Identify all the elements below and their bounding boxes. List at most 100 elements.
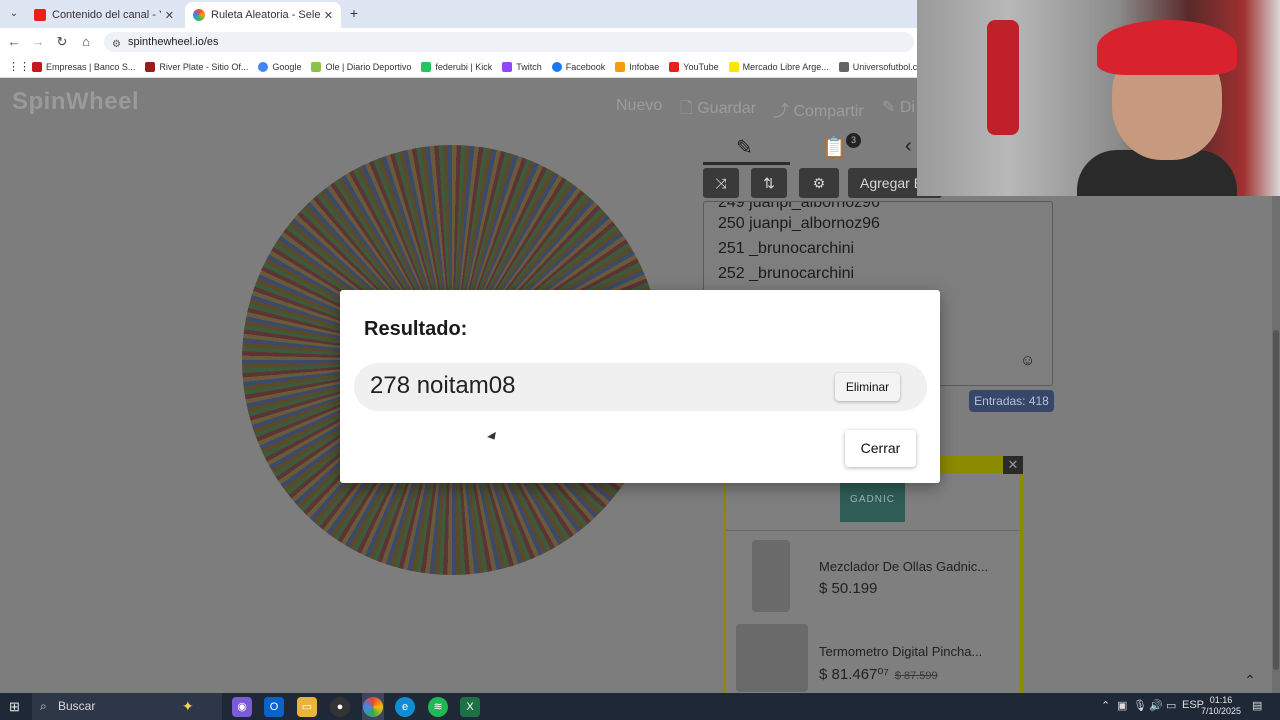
bookmark-item[interactable]: Google xyxy=(258,61,301,72)
youtube-favicon-icon xyxy=(34,9,46,21)
menu-compartir[interactable]: ⤴ Compartir xyxy=(773,97,864,121)
forward-arrow-icon[interactable]: → xyxy=(30,34,46,50)
tab-close-icon[interactable]: ✕ xyxy=(165,9,174,22)
site-info-icon[interactable]: ⚙ xyxy=(112,35,121,55)
gear-icon: ⚙ xyxy=(812,175,826,191)
entry-line: 252 _brunocarchini xyxy=(718,265,855,282)
address-bar-row: ← → ↻ ⌂ ⚙ spinthewheel.io/es xyxy=(0,28,917,56)
file-explorer-icon[interactable]: ▭ xyxy=(297,697,317,717)
bookmark-favicon-icon xyxy=(502,61,513,72)
bookmark-label: Universofutbol.com... xyxy=(852,61,917,72)
bookmark-item[interactable]: Facebook xyxy=(551,61,606,72)
outlook-icon[interactable]: O xyxy=(264,697,284,717)
menu-guardar-label: Guardar xyxy=(697,100,757,117)
microphone-image xyxy=(987,20,1019,135)
ad-product-name[interactable]: Mezclador De Ollas Gadnic... xyxy=(819,559,988,574)
ad-product-image[interactable] xyxy=(736,624,808,692)
bookmark-item[interactable]: Ole | Diario Deportivo xyxy=(311,61,411,72)
chrome-icon[interactable] xyxy=(363,697,383,717)
app-logo[interactable]: SpinWheel xyxy=(12,88,139,116)
bookmark-item[interactable]: Empresas | Banco S... xyxy=(32,61,135,72)
notifications-icon[interactable]: ▤ xyxy=(1252,699,1262,712)
bookmark-item[interactable]: Infobae xyxy=(615,61,659,72)
bookmark-item[interactable]: Universofutbol.com... xyxy=(838,61,917,72)
bookmark-favicon-icon xyxy=(32,61,42,72)
ad-product-price-row: $ 81.467⁰⁷ $ 87.599 xyxy=(819,665,938,683)
share-icon: ⤴ xyxy=(773,103,794,120)
copilot-icon[interactable]: ◉ xyxy=(232,697,252,717)
new-tab-plus-icon[interactable]: + xyxy=(346,5,362,21)
tab-spinwheel[interactable]: Ruleta Aleatoria - Selector Pers ✕ xyxy=(185,2,341,28)
entries-count-badge: Entradas: 418 xyxy=(969,390,1054,412)
tray-app-icon[interactable]: ▣ xyxy=(1117,699,1127,712)
edge-icon[interactable]: e xyxy=(395,697,415,717)
active-tab-indicator xyxy=(703,162,790,165)
edit-pencil-icon[interactable]: ✎ xyxy=(736,135,753,160)
bookmark-label: YouTube xyxy=(683,61,719,72)
windows-start-icon[interactable]: ⊞ xyxy=(9,699,20,715)
share-side-icon[interactable]: ‹ xyxy=(905,135,912,158)
url-field[interactable]: ⚙ spinthewheel.io/es xyxy=(104,32,914,52)
sort-button[interactable]: ⇅ xyxy=(751,168,787,198)
tab-youtube[interactable]: Contenido del canal - YouTube ✕ xyxy=(26,2,182,28)
ad-product-old-price: $ 87.599 xyxy=(894,670,938,682)
bookmark-item[interactable]: Twitch xyxy=(502,61,542,72)
close-button[interactable]: Cerrar xyxy=(845,430,916,467)
scroll-to-top-chevron-icon[interactable]: ⌃ xyxy=(1238,668,1262,692)
bookmark-item[interactable]: YouTube xyxy=(669,61,719,72)
shuffle-button[interactable]: ⤨ xyxy=(703,168,739,198)
apps-grid-icon[interactable]: ⋮⋮ xyxy=(8,61,30,73)
bookmark-label: Mercado Libre Arge... xyxy=(742,61,829,72)
bookmark-item[interactable]: federubi | Kick xyxy=(421,61,493,72)
ad-product-image[interactable] xyxy=(752,540,790,612)
dialog-title: Resultado: xyxy=(364,318,468,340)
ad-product-name[interactable]: Termometro Digital Pincha... xyxy=(819,644,982,659)
tray-chevron-icon[interactable]: ⌃ xyxy=(1101,699,1110,712)
search-highlight-icon: ✦ xyxy=(182,698,194,714)
bookmark-favicon-icon xyxy=(258,61,269,72)
streamer-cap xyxy=(1097,20,1237,75)
menu-nuevo[interactable]: Nuevo xyxy=(616,97,662,115)
tab-close-icon[interactable]: ✕ xyxy=(324,9,333,22)
pencil-icon: ✎ xyxy=(882,99,900,116)
bookmark-item[interactable]: Mercado Libre Arge... xyxy=(728,61,829,72)
bookmark-favicon-icon xyxy=(838,61,849,72)
results-clipboard-icon[interactable]: 📋 xyxy=(822,135,847,160)
emoji-icon[interactable]: ☺ xyxy=(1020,352,1035,369)
webcam-overlay xyxy=(917,0,1280,196)
scrollbar-thumb[interactable] xyxy=(1273,330,1279,670)
remove-button[interactable]: Eliminar xyxy=(835,373,900,401)
save-icon: 🗋 xyxy=(680,100,698,117)
obs-icon[interactable]: ● xyxy=(330,697,350,717)
back-arrow-icon[interactable]: ← xyxy=(6,34,22,50)
bookmark-item[interactable]: River Plate - Sitio Of... xyxy=(145,61,248,72)
tab-search-chevron-icon[interactable]: ⌄ xyxy=(6,6,22,22)
spotify-icon[interactable]: ≋ xyxy=(428,697,448,717)
bookmark-label: Facebook xyxy=(565,61,606,72)
menu-more[interactable]: ✎ Di xyxy=(882,97,915,117)
bookmarks-bar: ⋮⋮ Empresas | Banco S... River Plate - S… xyxy=(0,56,917,78)
bookmark-label: federubi | Kick xyxy=(435,61,493,72)
search-icon: ⌕ xyxy=(40,699,47,713)
result-row: 278 noitam08 Eliminar xyxy=(354,363,927,411)
excel-icon[interactable]: X xyxy=(460,697,480,717)
ad-product-price: $ 50.199 xyxy=(819,580,878,597)
home-icon[interactable]: ⌂ xyxy=(78,34,94,50)
bookmark-favicon-icon xyxy=(145,61,156,72)
settings-button[interactable]: ⚙ xyxy=(799,168,839,198)
bookmark-favicon-icon xyxy=(551,61,562,72)
browser-tab-bar: ⌄ Contenido del canal - YouTube ✕ Ruleta… xyxy=(0,0,917,28)
microphone-icon[interactable]: 🎙 xyxy=(1133,699,1147,712)
shuffle-icon: ⤨ xyxy=(715,175,727,191)
taskbar-search-box[interactable]: ⌕ Buscar ✦ xyxy=(32,693,222,720)
volume-icon[interactable]: 🔊 xyxy=(1149,699,1163,712)
ad-brand-logo[interactable]: GADNIC xyxy=(840,478,905,522)
ad-divider xyxy=(726,530,1020,531)
reload-icon[interactable]: ↻ xyxy=(54,34,70,50)
network-icon[interactable]: ▭ xyxy=(1166,699,1176,712)
ad-close-icon[interactable]: ✕ xyxy=(1003,456,1023,474)
menu-guardar[interactable]: 🗋 Guardar xyxy=(680,97,756,124)
bookmark-favicon-icon xyxy=(421,61,432,72)
bookmark-favicon-icon xyxy=(728,61,739,72)
taskbar-clock[interactable]: 01:16 7/10/2025 xyxy=(1200,695,1242,717)
